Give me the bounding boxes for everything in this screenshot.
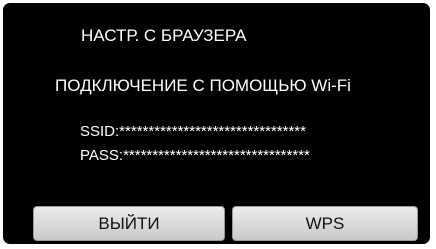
ssid-text: SSID:******************************** [80,123,306,140]
screen-title: НАСТР. С БРАУЗЕРА [81,26,247,45]
connection-message: ПОДКЛЮЧЕНИЕ С ПОМОЩЬЮ Wi-Fi [55,76,351,95]
pass-text: PASS:******************************** [80,147,310,164]
wps-button[interactable]: WPS [232,206,418,241]
camera-screen: НАСТР. С БРАУЗЕРА ПОДКЛЮЧЕНИЕ С ПОМОЩЬЮ … [3,3,430,244]
exit-button[interactable]: ВЫЙТИ [33,206,225,241]
